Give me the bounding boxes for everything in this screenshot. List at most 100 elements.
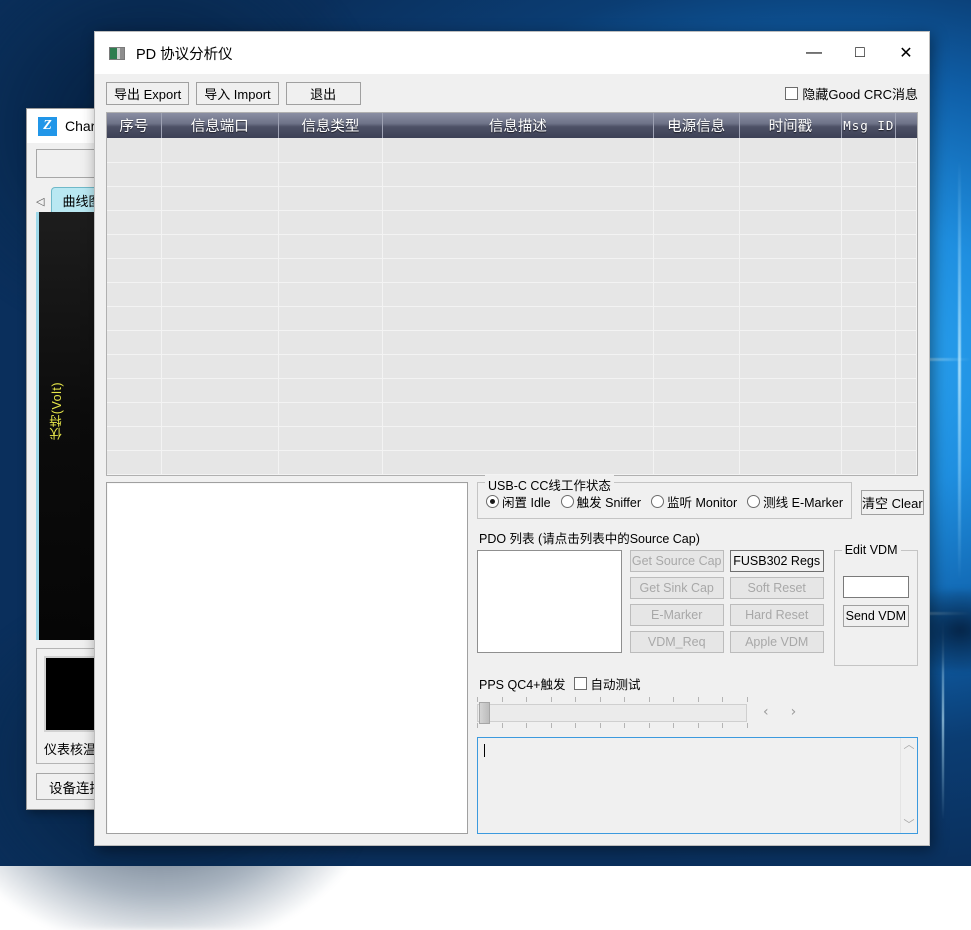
console-text-area[interactable]	[478, 738, 900, 833]
table-row[interactable]	[107, 186, 917, 210]
table-cell	[161, 426, 278, 450]
table-column-header-2[interactable]: 信息类型	[278, 113, 383, 138]
table-cell	[739, 378, 841, 402]
scroll-down-icon[interactable]: ﹀	[904, 820, 915, 831]
table-cell	[161, 402, 278, 426]
hide-good-crc-label: 隐藏Good CRC消息	[802, 84, 918, 103]
text-caret	[484, 744, 485, 757]
table-cell	[842, 378, 896, 402]
slider-ticks-top	[477, 697, 747, 702]
table-cell	[739, 426, 841, 450]
command-button-hard-reset: Hard Reset	[730, 604, 824, 626]
message-table-container[interactable]: 序号信息端口信息类型信息描述电源信息时间戳Msg ID	[106, 112, 918, 476]
table-cell	[107, 162, 161, 186]
slider-track[interactable]	[477, 704, 747, 722]
cc-mode-label: 测线 E-Marker	[763, 492, 843, 511]
pd-analyzer-window[interactable]: PD 协议分析仪 — □ ✕ 导出 Export 导入 Import 退出 隐藏…	[94, 31, 930, 846]
table-cell	[896, 306, 917, 330]
prev-arrow-icon[interactable]: ‹	[757, 704, 775, 720]
table-cell	[107, 234, 161, 258]
cc-state-group-title: USB-C CC线工作状态	[485, 475, 614, 494]
message-detail-panel[interactable]	[106, 482, 468, 834]
send-vdm-button[interactable]: Send VDM	[843, 605, 909, 627]
command-button-soft-reset: Soft Reset	[730, 577, 824, 599]
table-cell	[161, 234, 278, 258]
table-row[interactable]	[107, 378, 917, 402]
table-row[interactable]	[107, 162, 917, 186]
cc-mode-radio-3[interactable]: 测线 E-Marker	[747, 492, 843, 511]
table-cell	[739, 330, 841, 354]
cc-mode-radio-1[interactable]: 触发 Sniffer	[561, 492, 641, 511]
cc-mode-radio-2[interactable]: 监听 Monitor	[651, 492, 737, 511]
clear-button[interactable]: 清空 Clear	[861, 490, 924, 515]
table-column-header-4[interactable]: 电源信息	[653, 113, 739, 138]
maximize-icon[interactable]: □	[837, 32, 883, 74]
command-button-apple-vdm: Apple VDM	[730, 631, 824, 653]
table-row[interactable]	[107, 306, 917, 330]
table-column-header-6[interactable]: Msg ID	[842, 113, 896, 138]
table-row[interactable]	[107, 282, 917, 306]
table-column-header-1[interactable]: 信息端口	[161, 113, 278, 138]
table-column-header-5[interactable]: 时间戳	[739, 113, 841, 138]
cc-mode-label: 闲置 Idle	[502, 492, 551, 511]
command-button-fusb302-regs[interactable]: FUSB302 Regs	[730, 550, 824, 572]
pdo-and-commands-row: Get Source CapFUSB302 RegsGet Sink CapSo…	[477, 550, 918, 666]
table-cell	[896, 426, 917, 450]
table-row[interactable]	[107, 450, 917, 474]
table-cell	[896, 258, 917, 282]
slider-thumb[interactable]	[479, 702, 490, 724]
table-cell	[278, 234, 383, 258]
table-cell	[107, 282, 161, 306]
table-row[interactable]	[107, 138, 917, 162]
auto-test-checkbox[interactable]: 自动测试	[574, 674, 641, 693]
pdo-list[interactable]	[477, 550, 622, 653]
table-cell	[896, 450, 917, 474]
table-cell	[278, 354, 383, 378]
table-cell	[739, 450, 841, 474]
table-row[interactable]	[107, 354, 917, 378]
table-row[interactable]	[107, 210, 917, 234]
scroll-up-icon[interactable]: ︿	[904, 740, 915, 751]
pps-slider[interactable]	[477, 695, 747, 729]
table-cell	[383, 402, 654, 426]
table-body	[107, 138, 917, 474]
table-cell	[278, 378, 383, 402]
table-row[interactable]	[107, 330, 917, 354]
table-cell	[842, 426, 896, 450]
console-output-box[interactable]: ︿ ﹀	[477, 737, 918, 834]
table-row[interactable]	[107, 426, 917, 450]
table-cell	[107, 330, 161, 354]
pd-titlebar[interactable]: PD 协议分析仪 — □ ✕	[95, 32, 929, 74]
table-cell	[653, 258, 739, 282]
exit-button[interactable]: 退出	[286, 82, 361, 105]
table-cell	[653, 186, 739, 210]
table-row[interactable]	[107, 402, 917, 426]
table-cell	[161, 282, 278, 306]
console-scrollbar[interactable]: ︿ ﹀	[900, 738, 917, 833]
table-row[interactable]	[107, 234, 917, 258]
tab-scroll-left-icon[interactable]: ◁	[34, 195, 48, 212]
next-arrow-icon[interactable]: ›	[785, 704, 803, 720]
table-cell	[896, 330, 917, 354]
cc-mode-radio-0[interactable]: 闲置 Idle	[486, 492, 551, 511]
minimize-icon[interactable]: —	[791, 32, 837, 74]
export-button[interactable]: 导出 Export	[106, 82, 189, 105]
table-row[interactable]	[107, 258, 917, 282]
close-icon[interactable]: ✕	[883, 32, 929, 74]
table-cell	[842, 162, 896, 186]
vdm-input-field[interactable]	[843, 576, 909, 598]
chart-y-axis-label: 伏特(Volt)	[47, 382, 66, 440]
table-cell	[739, 210, 841, 234]
table-cell	[842, 138, 896, 162]
table-column-header-7[interactable]	[896, 113, 917, 138]
table-column-header-3[interactable]: 信息描述	[383, 113, 654, 138]
table-cell	[383, 162, 654, 186]
cc-state-group: USB-C CC线工作状态 闲置 Idle触发 Sniffer监听 Monito…	[477, 482, 852, 519]
table-cell	[896, 138, 917, 162]
table-column-header-0[interactable]: 序号	[107, 113, 161, 138]
table-cell	[278, 138, 383, 162]
import-button[interactable]: 导入 Import	[196, 82, 278, 105]
table-cell	[653, 450, 739, 474]
table-cell	[161, 378, 278, 402]
hide-good-crc-checkbox[interactable]: 隐藏Good CRC消息	[785, 84, 918, 103]
